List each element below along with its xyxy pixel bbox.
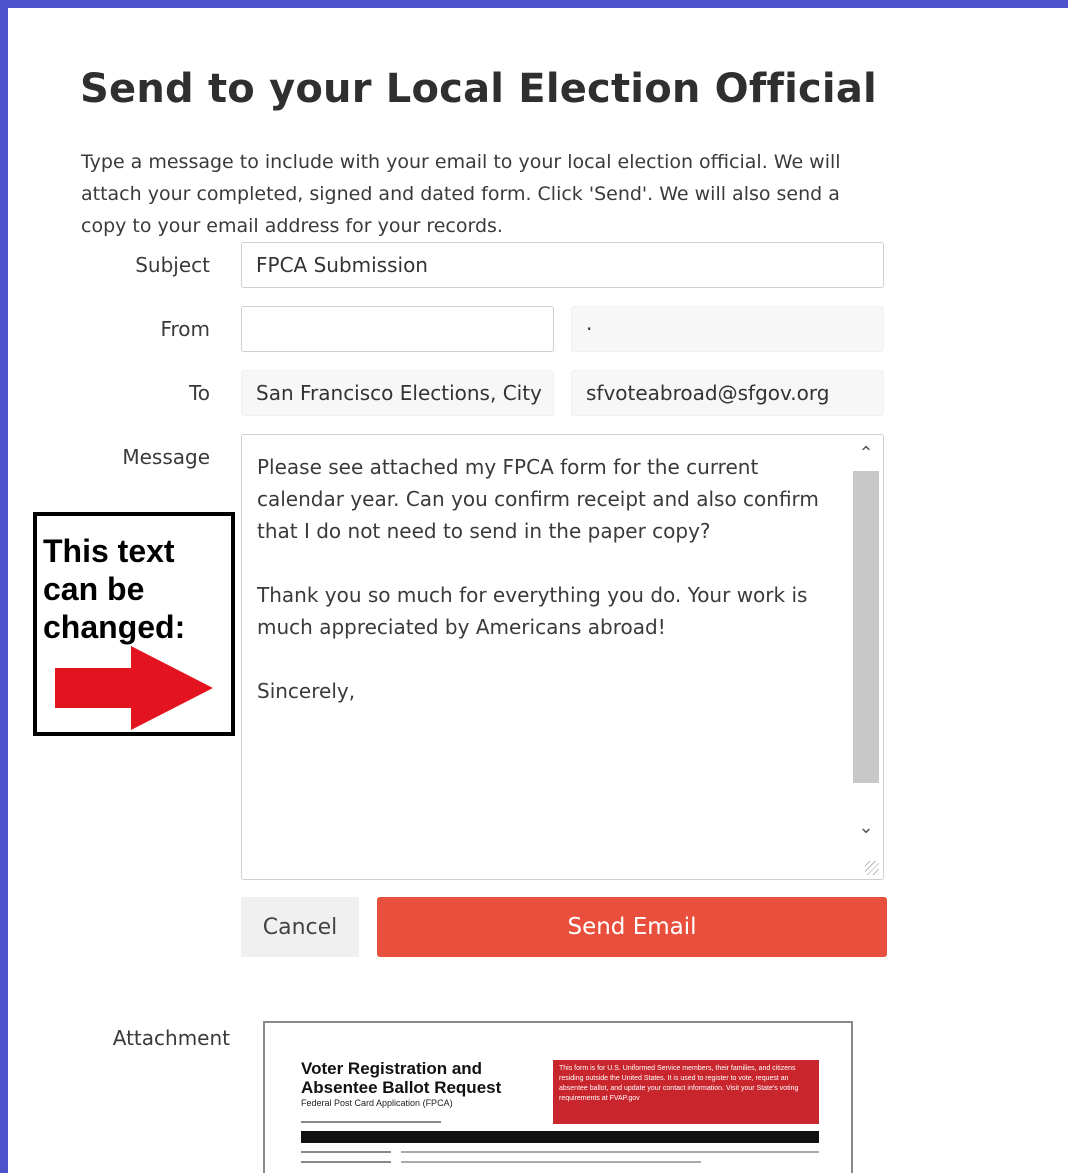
- red-arrow-icon: [55, 646, 213, 730]
- message-scrollbar[interactable]: ⌃ ⌄: [851, 437, 881, 847]
- attachment-label: Attachment: [112, 1026, 230, 1050]
- resize-grip-icon[interactable]: [865, 861, 879, 875]
- attachment-preview[interactable]: Voter Registration and Absentee Ballot R…: [263, 1021, 853, 1173]
- message-paragraph: Sincerely,: [257, 679, 356, 703]
- send-email-button[interactable]: Send Email: [377, 897, 887, 957]
- doc-notice-box: This form is for U.S. Uniformed Service …: [553, 1060, 819, 1124]
- message-paragraph: Please see attached my FPCA form for the…: [257, 455, 819, 543]
- annotation-callout: This text can be changed:: [33, 512, 235, 736]
- message-label: Message: [122, 445, 210, 469]
- doc-subtitle: Federal Post Card Application (FPCA): [301, 1098, 453, 1108]
- to-email-field: sfvoteabroad@sfgov.org: [571, 370, 884, 416]
- scrollbar-thumb[interactable]: [853, 471, 879, 783]
- subject-label: Subject: [135, 253, 210, 277]
- cancel-button[interactable]: Cancel: [241, 897, 359, 957]
- doc-rule: [301, 1161, 391, 1163]
- subject-input[interactable]: FPCA Submission: [241, 242, 884, 288]
- doc-rule: [401, 1161, 701, 1163]
- dialog-intro: Type a message to include with your emai…: [81, 151, 841, 237]
- doc-title: Voter Registration and Absentee Ballot R…: [301, 1059, 502, 1097]
- message-text[interactable]: Please see attached my FPCA form for the…: [257, 451, 847, 739]
- chevron-up-icon[interactable]: ⌃: [851, 439, 881, 469]
- dialog-title: Send to your Local Election Official: [80, 66, 877, 112]
- to-name-field: San Francisco Elections, City: [241, 370, 554, 416]
- message-textarea[interactable]: Please see attached my FPCA form for the…: [241, 434, 884, 880]
- to-label: To: [188, 381, 210, 405]
- from-name-input[interactable]: [241, 306, 554, 352]
- doc-rule: [301, 1121, 441, 1123]
- from-label: From: [160, 317, 210, 341]
- doc-rule: [301, 1151, 391, 1153]
- message-paragraph: Thank you so much for everything you do.…: [257, 583, 808, 639]
- from-email-field: ·: [571, 306, 884, 352]
- annotation-text: This text can be changed:: [43, 533, 186, 645]
- doc-rule: [401, 1151, 819, 1153]
- chevron-down-icon[interactable]: ⌄: [851, 813, 881, 843]
- doc-section-bar: [301, 1131, 819, 1143]
